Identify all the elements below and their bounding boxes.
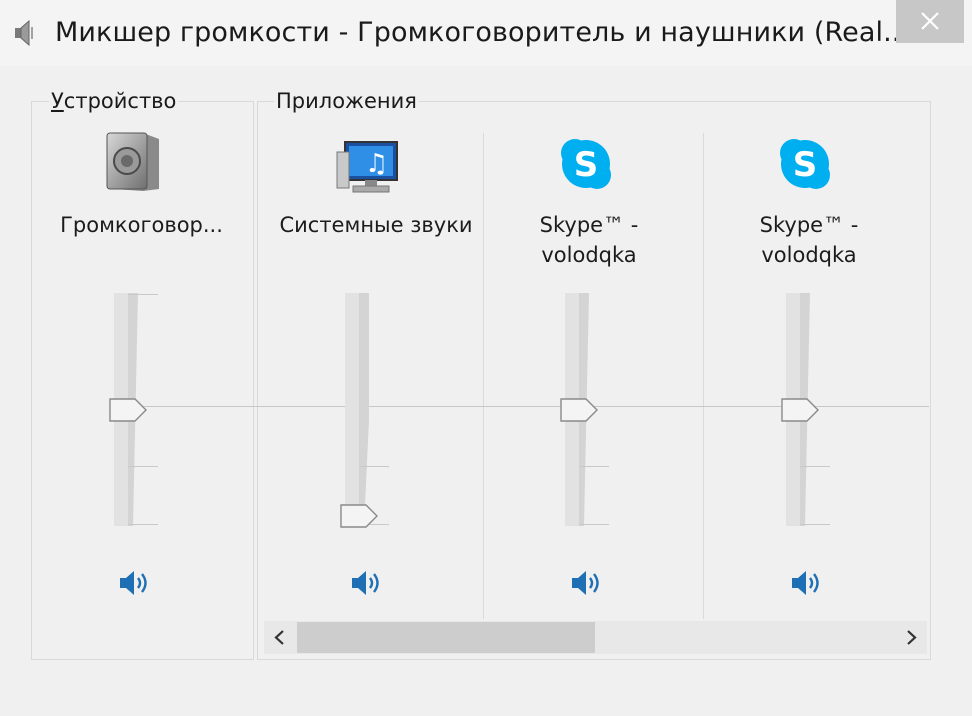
window-title: Микшер громкости - Громкоговоритель и на…: [55, 17, 910, 48]
slider-tick: [128, 466, 158, 467]
volume-slider-thumb[interactable]: [781, 398, 819, 422]
chevron-left-icon: [274, 630, 284, 645]
mute-button[interactable]: [790, 568, 824, 598]
speaker-icon: [572, 571, 599, 595]
column-separator: [703, 133, 704, 619]
app-channel-label: Skype™ -: [759, 213, 859, 237]
horizontal-scrollbar[interactable]: [264, 621, 927, 654]
close-icon: [921, 12, 939, 30]
svg-text:S: S: [793, 145, 818, 185]
chevron-right-icon: [907, 630, 917, 645]
device-channel-label: Громкоговор...: [60, 213, 223, 237]
volume-mixer-window: Микшер громкости - Громкоговоритель и на…: [0, 0, 972, 716]
volume-slider-thumb[interactable]: [109, 398, 147, 422]
app-channel-label-line2: volodqka: [761, 243, 857, 267]
speaker-device-icon: [106, 132, 159, 191]
mute-button[interactable]: [570, 568, 604, 598]
app-channel-label: Системные звуки: [279, 213, 473, 237]
app-channel-label: Skype™ -: [539, 213, 639, 237]
volume-slider-track[interactable]: [345, 293, 359, 526]
monitor-music-icon: ♫: [336, 141, 398, 193]
speaker-icon: [120, 571, 147, 595]
volume-slider-thumb[interactable]: [340, 504, 378, 528]
mute-button[interactable]: [350, 568, 384, 598]
scroll-thumb[interactable]: [297, 622, 595, 653]
app-channel-label-line2: volodqka: [541, 243, 637, 267]
scroll-left-button[interactable]: [264, 621, 296, 654]
title-bar[interactable]: Микшер громкости - Громкоговоритель и на…: [0, 0, 972, 66]
volume-slider-thumb[interactable]: [560, 398, 598, 422]
slider-tick: [128, 294, 158, 295]
mute-button[interactable]: [118, 568, 152, 598]
speaker-icon: [352, 571, 379, 595]
slider-tick: [579, 466, 609, 467]
slider-tick: [800, 524, 830, 525]
level-meter: [359, 293, 369, 526]
speaker-title-icon: [15, 19, 33, 47]
skype-icon: S: [780, 139, 830, 189]
speaker-icon: [792, 571, 819, 595]
close-button[interactable]: [896, 0, 964, 43]
slider-tick: [359, 466, 389, 467]
slider-tick: [800, 466, 830, 467]
device-group-legend: Устройство: [49, 88, 179, 114]
column-separator: [483, 133, 484, 619]
slider-tick: [128, 524, 158, 525]
applications-group-legend: Приложения: [274, 88, 419, 114]
svg-text:♫: ♫: [365, 149, 388, 179]
slider-tick: [579, 524, 609, 525]
scroll-right-button[interactable]: [895, 621, 927, 654]
skype-icon: S: [561, 139, 611, 189]
svg-text:S: S: [574, 145, 599, 185]
